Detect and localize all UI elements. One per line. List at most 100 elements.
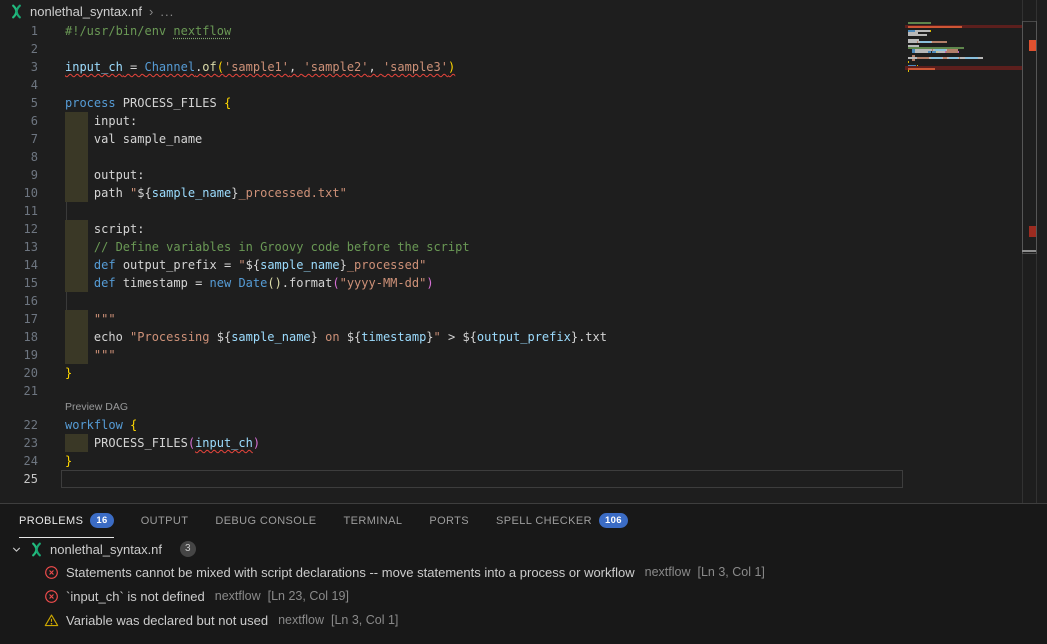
- code-line-3[interactable]: 3input_ch = Channel.of('sample1', 'sampl…: [0, 58, 1022, 76]
- code-text: val sample_name: [65, 130, 202, 148]
- code-text: }: [65, 452, 72, 470]
- breadcrumb-separator: ›: [149, 4, 153, 19]
- problem-row[interactable]: Variable was declared but not used nextf…: [0, 608, 1047, 632]
- code-text: """: [65, 346, 116, 364]
- codelens-preview-dag[interactable]: Preview DAG: [65, 400, 128, 416]
- code-line-19[interactable]: 19 """: [0, 346, 1022, 364]
- code-line-14[interactable]: 14 def output_prefix = "${sample_name}_p…: [0, 256, 1022, 274]
- panel-tab-bar: PROBLEMS 16 OUTPUT DEBUG CONSOLE TERMINA…: [0, 504, 1047, 538]
- code-line-15[interactable]: 15 def timestamp = new Date().format("yy…: [0, 274, 1022, 292]
- code-text: workflow {: [65, 416, 137, 434]
- tab-label: PORTS: [429, 515, 469, 527]
- code-editor[interactable]: 1#!/usr/bin/env nextflow23input_ch = Cha…: [0, 0, 1022, 503]
- code-line-5[interactable]: 5 process PROCESS_FILES {: [0, 94, 1022, 112]
- tab-label: PROBLEMS: [19, 515, 83, 527]
- line-number: 18: [0, 328, 38, 346]
- problem-location: [Ln 3, Col 1]: [698, 565, 765, 579]
- problems-file-count-badge: 3: [180, 541, 196, 557]
- line-number: 15: [0, 274, 38, 292]
- code-line-13[interactable]: 13 // Define variables in Groovy code be…: [0, 238, 1022, 256]
- code-text: echo "Processing ${sample_name} on ${tim…: [65, 328, 607, 346]
- line-number: 5: [0, 94, 38, 112]
- code-line-10[interactable]: 10 path "${sample_name}_processed.txt": [0, 184, 1022, 202]
- code-line-6[interactable]: 6 input:: [0, 112, 1022, 130]
- chevron-down-icon[interactable]: [10, 543, 23, 556]
- code-text: def output_prefix = "${sample_name}_proc…: [65, 256, 426, 274]
- line-number: 8: [0, 148, 38, 166]
- line-number: 25: [0, 470, 38, 488]
- code-text: script:: [65, 220, 144, 238]
- bottom-panel: PROBLEMS 16 OUTPUT DEBUG CONSOLE TERMINA…: [0, 503, 1047, 644]
- indent-highlight: [65, 148, 88, 166]
- tab-problems[interactable]: PROBLEMS 16: [19, 504, 114, 538]
- scrollbar-slider[interactable]: [1022, 21, 1037, 254]
- tab-label: OUTPUT: [141, 515, 189, 527]
- code-text: PROCESS_FILES(input_ch): [65, 434, 260, 452]
- line-number: 12: [0, 220, 38, 238]
- tab-terminal[interactable]: TERMINAL: [344, 504, 403, 538]
- vscode-window: 1#!/usr/bin/env nextflow23input_ch = Cha…: [0, 0, 1047, 644]
- nextflow-file-icon: [9, 4, 24, 19]
- problem-message: Variable was declared but not used: [66, 613, 268, 628]
- problems-file-group[interactable]: nonlethal_syntax.nf 3: [0, 538, 1047, 560]
- line-number: 7: [0, 130, 38, 148]
- code-line-2[interactable]: 2: [0, 40, 1022, 58]
- line-number: 3: [0, 58, 38, 76]
- code-line-22[interactable]: 22 workflow {: [0, 416, 1022, 434]
- tab-label: TERMINAL: [344, 515, 403, 527]
- ruler-error-marker: [1029, 40, 1036, 51]
- code-line-12[interactable]: 12 script:: [0, 220, 1022, 238]
- code-line-23[interactable]: 23 PROCESS_FILES(input_ch): [0, 434, 1022, 452]
- error-icon: [44, 565, 59, 580]
- code-text: output:: [65, 166, 144, 184]
- ruler-error-marker: [1029, 226, 1036, 237]
- problem-row[interactable]: `input_ch` is not defined nextflow [Ln 2…: [0, 584, 1047, 608]
- line-number: 9: [0, 166, 38, 184]
- line-number: 13: [0, 238, 38, 256]
- code-line-21[interactable]: 21: [0, 382, 1022, 400]
- code-line-25[interactable]: 25: [0, 470, 1022, 488]
- line-number: 17: [0, 310, 38, 328]
- problem-source: nextflow: [645, 565, 691, 579]
- code-text: """: [65, 310, 116, 328]
- code-line-1[interactable]: 1#!/usr/bin/env nextflow: [0, 22, 1022, 40]
- line-number: 1: [0, 22, 38, 40]
- code-line-24[interactable]: 24}: [0, 452, 1022, 470]
- code-line-18[interactable]: 18 echo "Processing ${sample_name} on ${…: [0, 328, 1022, 346]
- breadcrumb: nonlethal_syntax.nf › ...: [0, 0, 1047, 22]
- line-number: 2: [0, 40, 38, 58]
- problem-message: Statements cannot be mixed with script d…: [66, 565, 635, 580]
- line-number: 24: [0, 452, 38, 470]
- tab-ports[interactable]: PORTS: [429, 504, 469, 538]
- line-number: 6: [0, 112, 38, 130]
- code-line-16[interactable]: 16: [0, 292, 1022, 310]
- ruler-cursor-marker: [1022, 250, 1036, 252]
- minimap[interactable]: [905, 0, 1022, 503]
- code-line-9[interactable]: 9 output:: [0, 166, 1022, 184]
- code-text: input:: [65, 112, 137, 130]
- breadcrumb-file[interactable]: nonlethal_syntax.nf: [30, 4, 142, 19]
- code-line-20[interactable]: 20}: [0, 364, 1022, 382]
- code-line-4[interactable]: 4: [0, 76, 1022, 94]
- code-line-17[interactable]: 17 """: [0, 310, 1022, 328]
- line-number: 22: [0, 416, 38, 434]
- code-text: process PROCESS_FILES {: [65, 94, 231, 112]
- code-line-7[interactable]: 7 val sample_name: [0, 130, 1022, 148]
- code-text: def timestamp = new Date().format("yyyy-…: [65, 274, 434, 292]
- problem-row[interactable]: Statements cannot be mixed with script d…: [0, 560, 1047, 584]
- code-line-11[interactable]: 11: [0, 202, 1022, 220]
- line-number: 10: [0, 184, 38, 202]
- tab-label: DEBUG CONSOLE: [215, 515, 316, 527]
- code-line-8[interactable]: 8: [0, 148, 1022, 166]
- line-number: 14: [0, 256, 38, 274]
- code-text: }: [65, 364, 72, 382]
- tab-spell-checker[interactable]: SPELL CHECKER 106: [496, 504, 628, 538]
- breadcrumb-symbol-ellipsis[interactable]: ...: [160, 4, 174, 19]
- problem-location: [Ln 23, Col 19]: [268, 589, 349, 603]
- tab-debug-console[interactable]: DEBUG CONSOLE: [215, 504, 316, 538]
- indent-guide: [66, 292, 67, 310]
- problems-count-badge: 16: [90, 513, 113, 528]
- problem-source: nextflow: [278, 613, 324, 627]
- line-number: 21: [0, 382, 38, 400]
- tab-output[interactable]: OUTPUT: [141, 504, 189, 538]
